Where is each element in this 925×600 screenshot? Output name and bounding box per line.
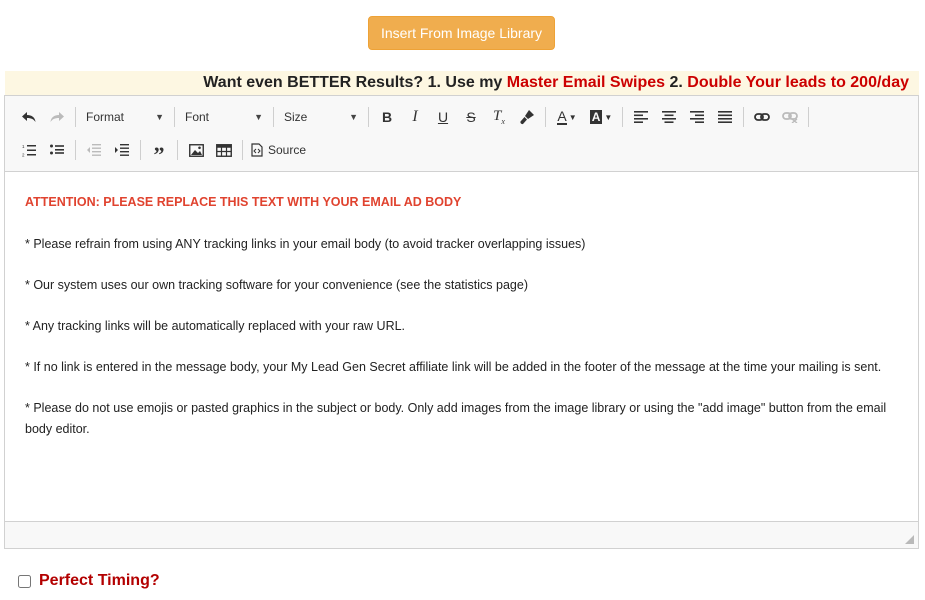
toolbar-separator <box>174 107 175 127</box>
italic-button[interactable]: I <box>401 105 429 129</box>
body-line: * Any tracking links will be automatical… <box>25 319 406 333</box>
outdent-icon <box>87 144 101 156</box>
double-leads-link[interactable]: Double Your leads to 200/day <box>687 74 909 91</box>
perfect-timing-label[interactable]: Perfect Timing? <box>39 572 160 590</box>
size-label: Size <box>284 110 308 124</box>
source-label: Source <box>268 143 307 157</box>
toolbar-separator <box>743 107 744 127</box>
text-color-button[interactable]: A ▼ <box>550 105 584 129</box>
unlink-icon <box>782 112 798 123</box>
body-line: * Please refrain from using ANY tracking… <box>25 237 586 251</box>
redo-button[interactable] <box>43 105 71 129</box>
chevron-down-icon: ▼ <box>254 112 263 122</box>
decrease-indent-button[interactable] <box>80 138 108 162</box>
promo-text: Want even BETTER Results? 1. Use my <box>203 74 507 91</box>
blockquote-button[interactable]: ” <box>145 138 173 167</box>
toolbar-separator <box>242 140 243 160</box>
numbered-list-button[interactable]: 12 <box>15 138 43 162</box>
format-dropdown[interactable]: Format ▼ <box>80 105 170 129</box>
justify-icon <box>718 111 732 123</box>
chevron-down-icon: ▼ <box>604 112 613 122</box>
toolbar-separator <box>368 107 369 127</box>
bold-button[interactable]: B <box>373 105 401 129</box>
toolbar-separator <box>808 107 809 127</box>
promo-separator: 2. <box>665 74 688 91</box>
table-icon <box>216 143 232 157</box>
toolbar-separator <box>622 107 623 127</box>
font-label: Font <box>185 110 210 124</box>
undo-button[interactable] <box>15 105 43 129</box>
indent-icon <box>115 144 129 156</box>
background-color-button[interactable]: A ▼ <box>584 105 618 129</box>
toolbar-row-2: 12 ” Source <box>15 136 310 167</box>
align-left-button[interactable] <box>627 105 655 129</box>
body-line: * Our system uses our own tracking softw… <box>25 278 529 292</box>
toolbar-separator <box>140 140 141 160</box>
font-dropdown[interactable]: Font ▼ <box>179 105 269 129</box>
text-color-icon: A <box>557 108 567 125</box>
chevron-down-icon: ▼ <box>155 112 164 122</box>
bulleted-list-icon <box>50 144 64 155</box>
align-right-button[interactable] <box>683 105 711 129</box>
bold-icon: B <box>381 109 393 125</box>
toolbar-separator <box>545 107 546 127</box>
resize-handle[interactable] <box>905 535 914 544</box>
perfect-timing-option: Perfect Timing? <box>18 572 160 590</box>
undo-icon <box>22 112 36 122</box>
justify-button[interactable] <box>711 105 739 129</box>
numbered-list-icon: 12 <box>22 144 36 157</box>
size-dropdown[interactable]: Size ▼ <box>278 105 364 129</box>
remove-format-icon: Tx <box>493 108 505 126</box>
link-icon <box>754 113 770 121</box>
underline-icon: U <box>437 109 449 125</box>
editor-toolbar: Format ▼ Font ▼ Size ▼ B I U S Tx A ▼ A … <box>5 96 918 172</box>
toolbar-separator <box>177 140 178 160</box>
copy-formatting-button[interactable] <box>513 105 541 129</box>
chevron-down-icon: ▼ <box>349 112 358 122</box>
toolbar-separator <box>75 107 76 127</box>
italic-icon: I <box>412 108 418 125</box>
source-button[interactable]: Source <box>247 138 310 162</box>
toolbar-row-1: Format ▼ Font ▼ Size ▼ B I U S Tx A ▼ A … <box>15 103 813 131</box>
background-color-icon: A <box>589 110 603 124</box>
align-left-icon <box>634 111 648 123</box>
align-center-button[interactable] <box>655 105 683 129</box>
editor-status-bar <box>5 521 918 548</box>
body-line: * Please do not use emojis or pasted gra… <box>25 401 887 436</box>
image-icon <box>188 143 204 157</box>
toolbar-separator <box>273 107 274 127</box>
increase-indent-button[interactable] <box>108 138 136 162</box>
bulleted-list-button[interactable] <box>43 138 71 162</box>
underline-button[interactable]: U <box>429 105 457 129</box>
insert-from-image-library-button[interactable]: Insert From Image Library <box>368 16 555 50</box>
paintbrush-icon <box>520 110 534 125</box>
svg-text:2: 2 <box>22 152 25 157</box>
align-center-icon <box>662 111 676 123</box>
unlink-button[interactable] <box>776 105 804 129</box>
link-button[interactable] <box>748 105 776 129</box>
redo-icon <box>50 112 64 122</box>
insert-image-button[interactable] <box>182 138 210 162</box>
svg-text:1: 1 <box>22 144 25 149</box>
quote-icon: ” <box>153 142 165 167</box>
promo-bar: Want even BETTER Results? 1. Use my Mast… <box>5 71 919 95</box>
align-right-icon <box>690 111 704 123</box>
source-code-icon <box>251 143 263 157</box>
email-body-editor: Format ▼ Font ▼ Size ▼ B I U S Tx A ▼ A … <box>4 95 919 549</box>
remove-format-button[interactable]: Tx <box>485 105 513 129</box>
format-label: Format <box>86 110 125 124</box>
editor-content-area[interactable]: ATTENTION: PLEASE REPLACE THIS TEXT WITH… <box>5 172 918 522</box>
master-email-swipes-link[interactable]: Master Email Swipes <box>507 74 665 91</box>
body-line: * If no link is entered in the message b… <box>25 360 882 374</box>
strikethrough-icon: S <box>466 109 476 125</box>
chevron-down-icon: ▼ <box>568 112 577 122</box>
insert-table-button[interactable] <box>210 138 238 162</box>
perfect-timing-checkbox[interactable] <box>18 574 31 588</box>
toolbar-separator <box>75 140 76 160</box>
attention-heading: ATTENTION: PLEASE REPLACE THIS TEXT WITH… <box>25 195 462 209</box>
strikethrough-button[interactable]: S <box>457 105 485 129</box>
